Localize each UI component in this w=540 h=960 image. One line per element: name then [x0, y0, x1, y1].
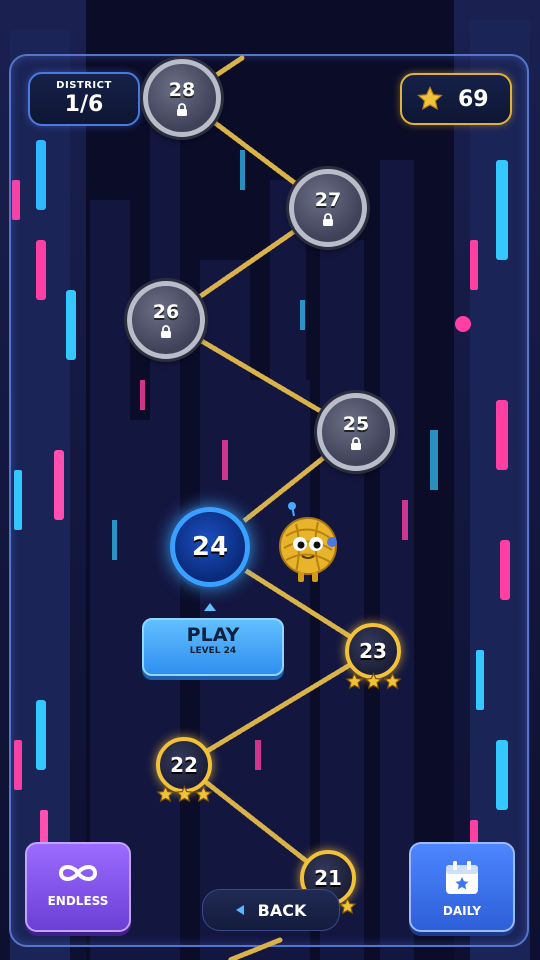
- lock-icon: [161, 324, 171, 338]
- star-icon: [417, 85, 443, 110]
- play-label: PLAY: [186, 624, 240, 646]
- play-level-label: LEVEL 24: [189, 646, 237, 656]
- daily-button[interactable]: DAILY: [409, 842, 515, 932]
- back-button[interactable]: BACK: [202, 889, 340, 931]
- level-22-stars: [156, 785, 213, 804]
- level-node-28[interactable]: 28: [143, 59, 221, 137]
- level-path: [163, 55, 376, 960]
- district-indicator: DISTRICT 1/6: [28, 72, 140, 126]
- level-map-screen: DISTRICT 1/6 69 28 27 26 25 24 PLAY LEVE…: [0, 0, 540, 960]
- level-number: 23: [359, 639, 387, 663]
- level-number: 24: [191, 532, 229, 562]
- level-node-24-current[interactable]: 24: [170, 507, 250, 587]
- endless-button[interactable]: ENDLESS: [25, 842, 131, 932]
- star-count: 69: [458, 87, 489, 112]
- level-number: 28: [168, 78, 196, 101]
- back-arrow-icon: [235, 905, 244, 915]
- infinity-icon: [58, 865, 98, 881]
- star-icon: [338, 897, 357, 915]
- yarn-ball-mascot: [279, 502, 337, 582]
- calendar-star-icon: [446, 861, 478, 894]
- level-number: 21: [314, 866, 342, 890]
- level-node-26[interactable]: 26: [127, 281, 205, 359]
- star-icon: [175, 785, 194, 803]
- star-icon: [345, 672, 364, 690]
- endless-label: ENDLESS: [47, 894, 109, 908]
- lock-icon: [351, 436, 361, 450]
- level-number: 27: [314, 188, 342, 211]
- level-node-25[interactable]: 25: [317, 393, 395, 471]
- level-number: 22: [170, 753, 198, 777]
- district-label: DISTRICT: [56, 80, 112, 91]
- play-button[interactable]: PLAY LEVEL 24: [142, 618, 284, 676]
- level-node-27[interactable]: 27: [289, 169, 367, 247]
- star-icon: [383, 672, 402, 690]
- district-value: 1/6: [64, 92, 104, 117]
- star-icon: [156, 785, 175, 803]
- lock-icon: [177, 102, 187, 116]
- play-pointer: [204, 603, 216, 611]
- level-number: 26: [152, 300, 180, 323]
- lock-icon: [323, 212, 333, 226]
- level-23-stars: [345, 672, 402, 691]
- star-counter: 69: [400, 73, 512, 125]
- daily-label: DAILY: [442, 904, 482, 918]
- star-icon: [364, 672, 383, 690]
- star-icon: [194, 785, 213, 803]
- level-node-23[interactable]: 23: [345, 623, 401, 679]
- back-label: BACK: [257, 900, 307, 920]
- level-number: 25: [342, 412, 370, 435]
